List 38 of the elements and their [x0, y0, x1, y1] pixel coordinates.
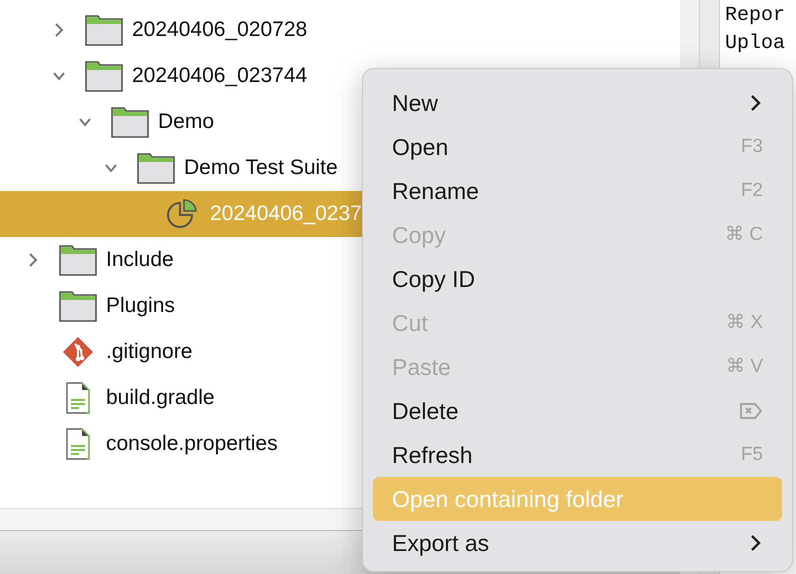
menu-item[interactable]: Delete — [373, 389, 782, 433]
folder-icon — [85, 14, 123, 46]
delete-key-icon — [739, 402, 763, 420]
submenu-chevron-icon — [749, 534, 763, 552]
menu-item[interactable]: Refresh F5 — [373, 433, 782, 477]
menu-item[interactable]: Export as — [373, 521, 782, 565]
folder-icon — [111, 106, 149, 138]
folder-icon — [59, 244, 97, 276]
shortcut-label: ⌘ C — [725, 222, 763, 247]
tree-item-label: Demo Test Suite — [184, 155, 338, 182]
console-line: Uploa — [725, 31, 786, 57]
tree-item-label: 20240406_020728 — [132, 17, 308, 44]
tree-item-label: 20240406_0237 — [210, 201, 362, 228]
folder-icon — [137, 152, 175, 184]
shortcut-label: F5 — [740, 442, 763, 467]
folder-icon — [85, 60, 123, 92]
folder-icon — [59, 290, 97, 322]
menu-item[interactable]: New — [373, 81, 782, 125]
git-icon — [62, 336, 94, 368]
pie-chart-icon — [165, 197, 199, 231]
document-icon — [65, 382, 91, 414]
tree-item-label: Plugins — [106, 293, 175, 320]
shortcut-label: ⌘ X — [726, 310, 763, 335]
tree-item[interactable]: 20240406_020728 — [0, 7, 680, 53]
shortcut-label: F2 — [740, 178, 763, 203]
menu-item[interactable]: Copy ID — [373, 257, 782, 301]
tree-item-label: Demo — [158, 109, 214, 136]
document-icon — [65, 428, 91, 460]
shortcut-label: F3 — [740, 134, 763, 159]
menu-item[interactable]: Open F3 — [373, 125, 782, 169]
shortcut-label: ⌘ V — [726, 354, 763, 379]
tree-item-label: 20240406_023744 — [132, 63, 308, 90]
tree-item-label: Include — [106, 247, 174, 274]
console-line: Repor — [725, 3, 786, 29]
submenu-chevron-icon — [749, 94, 763, 112]
tree-item-label: build.gradle — [106, 385, 215, 412]
tree-item-label: .gitignore — [106, 339, 192, 366]
tree-item-label: console.properties — [106, 431, 278, 458]
